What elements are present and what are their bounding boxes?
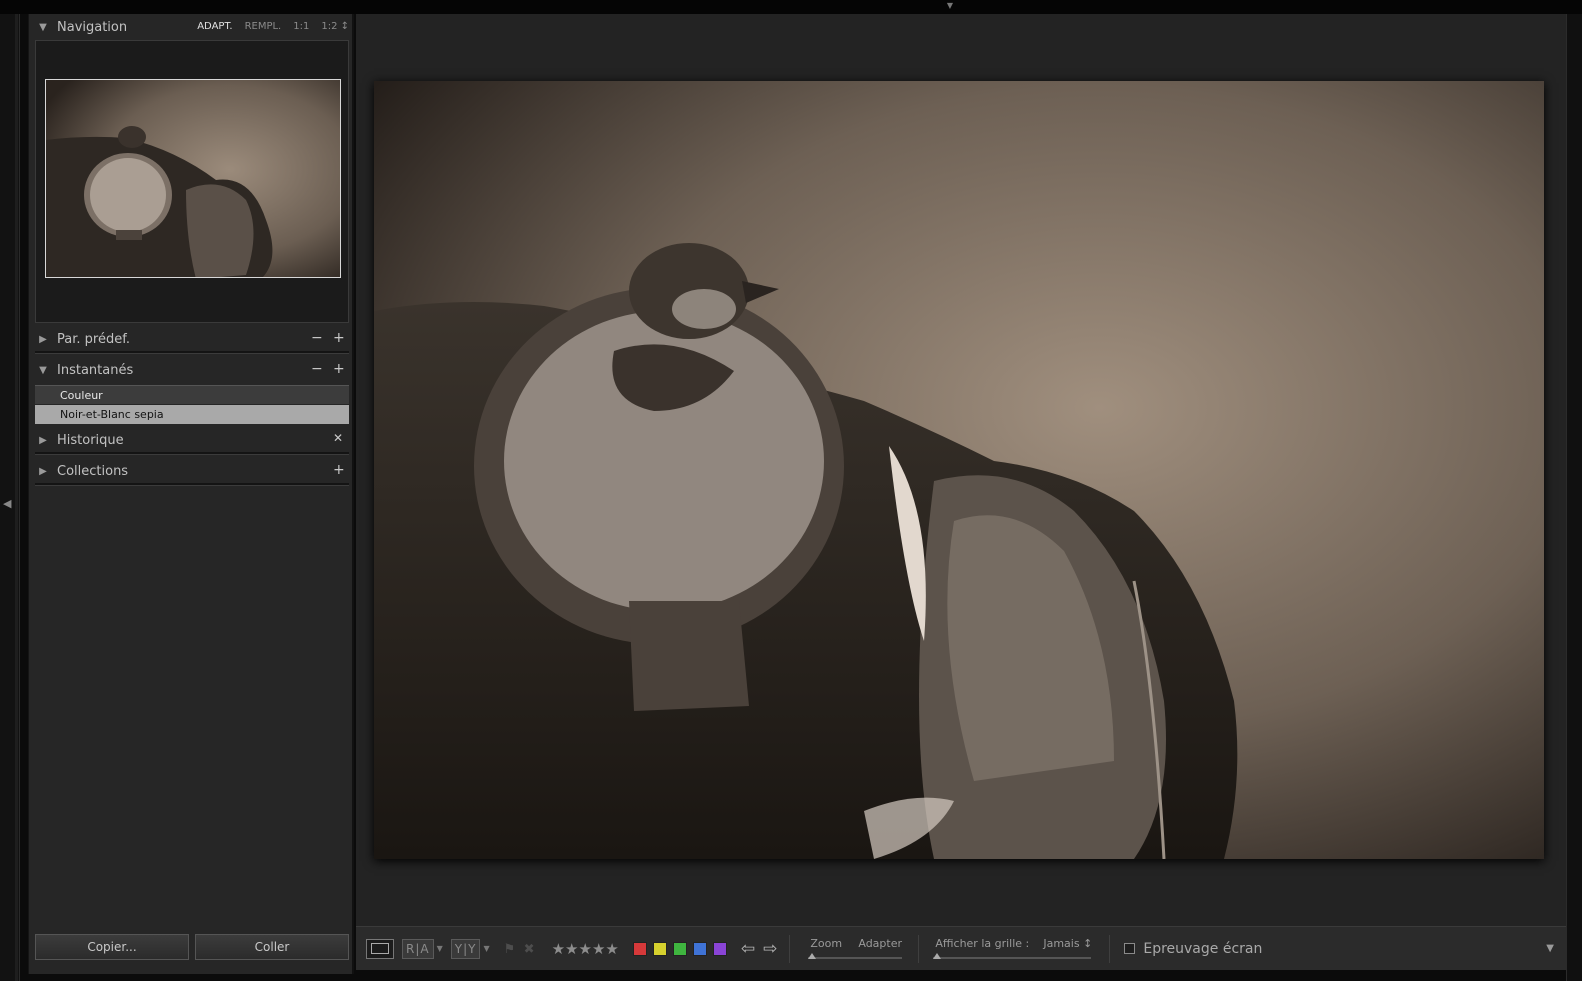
presets-add-icon[interactable]: + <box>333 330 345 346</box>
top-panel-toggle-icon[interactable]: ▼ <box>943 2 957 10</box>
color-labels <box>632 941 727 956</box>
section-divider <box>35 452 349 455</box>
collections-add-icon[interactable]: + <box>333 462 345 478</box>
survey-button[interactable]: Y|Y <box>450 938 481 959</box>
expand-triangle-icon[interactable]: ▶ <box>29 334 57 345</box>
softproof-label: Epreuvage écran <box>1143 940 1263 957</box>
next-arrow-icon[interactable]: ⇨ <box>763 939 777 959</box>
loupe-view-icon <box>371 943 389 954</box>
expand-triangle-icon[interactable]: ▶ <box>29 466 57 477</box>
section-divider <box>35 351 349 354</box>
navigator-preview[interactable] <box>35 40 349 323</box>
softproof-checkbox[interactable] <box>1124 943 1136 954</box>
bottom-buttons: Copier... Coller <box>35 934 349 960</box>
zoom-fill-option[interactable]: REMPL. <box>245 21 282 32</box>
collapse-triangle-icon[interactable]: ▼ <box>29 365 57 376</box>
zoom-1-1-option[interactable]: 1:1 <box>293 21 309 32</box>
zoom-1-2-option[interactable]: 1:2 ↕ <box>321 21 349 32</box>
snapshot-item-selected[interactable]: Noir-et-Blanc sepia <box>35 405 349 424</box>
main-photo[interactable] <box>374 81 1544 859</box>
presets-header[interactable]: ▶ Par. prédef. <box>29 326 355 352</box>
expand-triangle-icon[interactable]: ▶ <box>29 435 57 446</box>
zoom-value[interactable]: Adapter <box>858 937 902 950</box>
star-rating[interactable]: ★★★★★ <box>552 940 619 958</box>
left-panel-edge: ◀ <box>0 14 20 981</box>
section-divider <box>35 483 349 486</box>
loupe-toolbar: R|A ▼ Y|Y ▼ ⚑ ✖ ★★★★★ ⇦ ⇨ Zoom Adapter A… <box>356 926 1566 970</box>
paste-settings-button[interactable]: Coller <box>195 934 349 960</box>
history-clear-icon[interactable]: ✕ <box>333 431 343 445</box>
slider-knob[interactable] <box>808 952 817 959</box>
chevron-down-icon[interactable]: ▼ <box>483 944 489 953</box>
grid-overlay-control: Afficher la grille : Jamais ↕ <box>931 931 1097 967</box>
left-panel: ▼ Navigation ADAPT. REMPL. 1:1 1:2 ↕ ▶ P… <box>28 14 354 974</box>
collapse-triangle-icon[interactable]: ▼ <box>29 22 57 33</box>
navigator-thumbnail[interactable] <box>45 79 341 278</box>
color-label-green[interactable] <box>672 941 687 956</box>
copy-settings-button[interactable]: Copier... <box>35 934 189 960</box>
grid-slider[interactable] <box>933 952 1092 959</box>
history-header[interactable]: ▶ Historique <box>29 427 355 453</box>
loupe-view-button[interactable] <box>366 938 394 959</box>
color-label-red[interactable] <box>632 941 647 956</box>
snapshots-remove-icon[interactable]: − <box>311 361 323 377</box>
navigator-title: Navigation <box>57 19 128 35</box>
flag-reject-icon[interactable]: ✖ <box>524 942 538 957</box>
snapshot-item[interactable]: Couleur <box>35 385 349 404</box>
color-label-yellow[interactable] <box>652 941 667 956</box>
zoom-control: Zoom Adapter <box>806 931 906 967</box>
snapshots-add-icon[interactable]: + <box>333 361 345 377</box>
snapshots-title: Instantanés <box>57 362 134 378</box>
zoom-label: Zoom <box>810 936 843 950</box>
collections-header[interactable]: ▶ Collections <box>29 458 355 484</box>
photo-image <box>374 81 1544 859</box>
chevron-down-icon[interactable]: ▼ <box>437 944 443 953</box>
grid-value-select[interactable]: Jamais ↕ <box>1043 937 1092 950</box>
toolbar-separator <box>918 934 920 963</box>
toolbar-options-chevron-down-icon[interactable]: ▼ <box>1546 943 1554 954</box>
grid-label: Afficher la grille : <box>935 936 1030 950</box>
presets-remove-icon[interactable]: − <box>311 330 323 346</box>
previous-arrow-icon[interactable]: ⇦ <box>741 939 755 959</box>
flag-pick-icon[interactable]: ⚑ <box>504 942 518 957</box>
collections-title: Collections <box>57 463 129 479</box>
color-label-blue[interactable] <box>692 941 707 956</box>
toolbar-separator <box>789 934 791 963</box>
color-label-purple[interactable] <box>712 941 727 956</box>
top-panel-bar: ▼ <box>0 0 1582 14</box>
slider-knob[interactable] <box>933 952 942 959</box>
zoom-slider[interactable] <box>808 952 903 959</box>
toolbar-separator <box>1109 934 1111 963</box>
loupe-view[interactable] <box>356 14 1566 926</box>
before-after-button[interactable]: R|A <box>402 938 434 959</box>
right-panel-edge <box>1566 14 1582 981</box>
zoom-fit-option[interactable]: ADAPT. <box>197 21 232 32</box>
left-panel-toggle-icon[interactable]: ◀ <box>3 497 11 510</box>
navigator-zoom-options: ADAPT. REMPL. 1:1 1:2 ↕ <box>197 21 349 32</box>
presets-title: Par. prédef. <box>57 331 130 347</box>
left-edge-stripe <box>15 14 18 981</box>
snapshots-header[interactable]: ▼ Instantanés <box>29 357 355 383</box>
history-title: Historique <box>57 432 124 448</box>
navigator-thumbnail-image <box>46 80 340 277</box>
navigator-header[interactable]: ▼ Navigation ADAPT. REMPL. 1:1 1:2 ↕ <box>29 14 355 40</box>
